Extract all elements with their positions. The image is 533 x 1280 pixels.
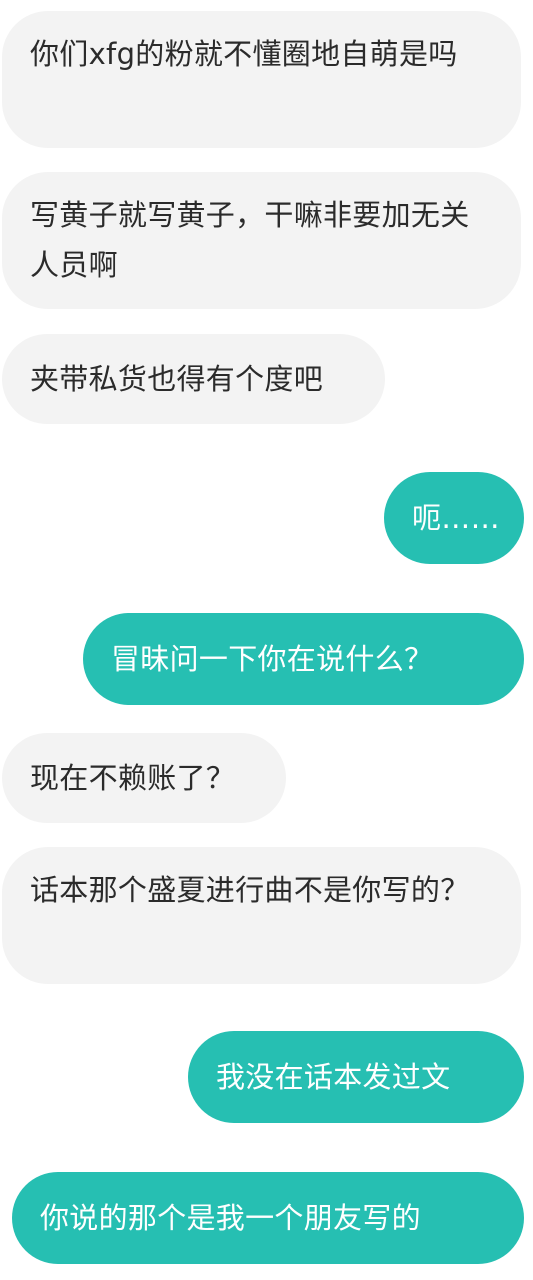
message-text: 我没在话本发过文 [216,1060,451,1094]
message-text: 现在不赖账了？ [30,761,236,795]
outgoing-message-bubble[interactable]: 冒昧问一下你在说什么？ [83,613,524,705]
outgoing-message-bubble[interactable]: 呃…… [384,472,524,564]
message-text: 你们xfg的粉就不懂圈地自萌是吗 [30,37,458,71]
message-text: 写黄子就写黄子，干嘛非要加无关人员啊 [30,198,470,282]
incoming-message-bubble[interactable]: 现在不赖账了？ [2,733,286,823]
incoming-message-bubble[interactable]: 夹带私货也得有个度吧 [2,334,385,424]
message-text: 夹带私货也得有个度吧 [30,362,324,396]
outgoing-message-bubble[interactable]: 我没在话本发过文 [188,1031,524,1123]
incoming-message-bubble[interactable]: 你们xfg的粉就不懂圈地自萌是吗 [2,11,521,148]
incoming-message-bubble[interactable]: 话本那个盛夏进行曲不是你写的？ [2,847,521,984]
chat-thread: 你们xfg的粉就不懂圈地自萌是吗 写黄子就写黄子，干嘛非要加无关人员啊 夹带私货… [0,0,533,1280]
message-text: 呃…… [412,501,500,535]
incoming-message-bubble[interactable]: 写黄子就写黄子，干嘛非要加无关人员啊 [2,172,521,309]
message-text: 你说的那个是我一个朋友写的 [40,1201,421,1235]
message-text: 冒昧问一下你在说什么？ [111,642,434,676]
outgoing-message-bubble[interactable]: 你说的那个是我一个朋友写的 [12,1172,524,1264]
message-text: 话本那个盛夏进行曲不是你写的？ [30,873,470,907]
